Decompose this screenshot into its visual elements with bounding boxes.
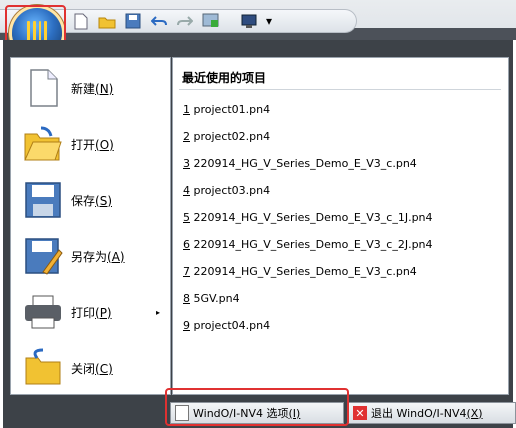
save-disk-icon	[23, 180, 63, 220]
open-folder-icon	[23, 124, 63, 164]
open-folder-icon[interactable]	[96, 12, 118, 30]
close-folder-icon	[23, 348, 63, 388]
highlight-box-options-button	[165, 388, 349, 426]
undo-icon[interactable]	[148, 12, 170, 30]
menu-item-save-as[interactable]: 另存为(A)	[11, 229, 172, 283]
menu-item-new[interactable]: 新建(N)	[11, 61, 172, 115]
recent-item[interactable]: 5 220914_HG_V_Series_Demo_E_V3_c_1J.pn4	[183, 211, 433, 224]
redo-icon[interactable]	[174, 12, 196, 30]
recent-item[interactable]: 4 project03.pn4	[183, 184, 270, 197]
divider	[179, 89, 501, 90]
new-doc-icon[interactable]	[70, 12, 92, 30]
recent-items-pane: 最近使用的项目 1 project01.pn4 2 project02.pn4 …	[172, 57, 509, 395]
recent-item[interactable]: 6 220914_HG_V_Series_Demo_E_V3_c_2J.pn4	[183, 238, 433, 251]
recent-item[interactable]: 9 project04.pn4	[183, 319, 270, 332]
recent-item[interactable]: 7 220914_HG_V_Series_Demo_E_V3_c.pn4	[183, 265, 417, 278]
save-as-icon	[23, 236, 63, 276]
menu-commands-pane: 新建(N) 打开(O) 保存(S) 另存为(A) 打印(P) ▸ 关闭(C)	[10, 57, 171, 395]
menu-item-print[interactable]: 打印(P) ▸	[11, 285, 172, 339]
submenu-arrow-icon: ▸	[155, 307, 160, 317]
exit-button[interactable]: ✕ 退出 WindO/I-NV4 (X)	[348, 402, 516, 424]
menu-item-close[interactable]: 关闭(C)	[11, 341, 172, 395]
printer-icon	[23, 292, 63, 332]
monitor-icon[interactable]	[200, 12, 222, 30]
recent-item[interactable]: 8 5GV.pn4	[183, 292, 240, 305]
recent-item[interactable]: 3 220914_HG_V_Series_Demo_E_V3_c.pn4	[183, 157, 417, 170]
save-icon[interactable]	[122, 12, 144, 30]
menu-item-open[interactable]: 打开(O)	[11, 117, 172, 171]
recent-items-title: 最近使用的项目	[182, 71, 267, 85]
customize-qat-button[interactable]: ▾	[264, 12, 274, 30]
recent-item[interactable]: 1 project01.pn4	[183, 103, 270, 116]
recent-item[interactable]: 2 project02.pn4	[183, 130, 270, 143]
new-document-icon	[23, 68, 63, 108]
close-icon: ✕	[353, 406, 367, 420]
menu-item-save[interactable]: 保存(S)	[11, 173, 172, 227]
device-icon[interactable]	[238, 12, 260, 30]
